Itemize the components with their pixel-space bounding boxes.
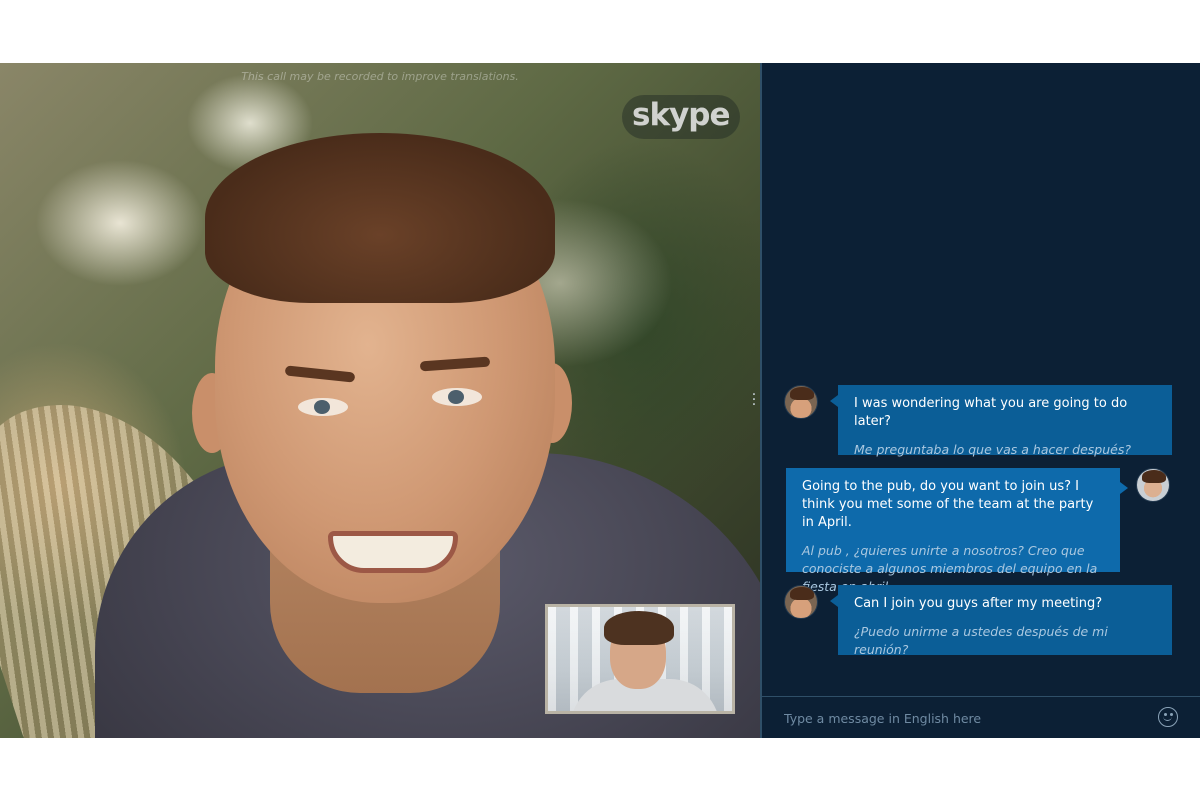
skype-translator-window: This call may be recorded to improve tra…: [0, 63, 1200, 738]
message-original-text: Can I join you guys after my meeting?: [854, 596, 1103, 611]
remote-caller-hair: [205, 133, 555, 303]
message-original-text: Going to the pub, do you want to join us…: [802, 479, 1094, 530]
smiley-icon[interactable]: [1158, 707, 1178, 727]
recording-notice: This call may be recorded to improve tra…: [241, 70, 519, 83]
self-avatar[interactable]: [1136, 468, 1170, 502]
translation-chat-panel: I was wondering what you are going to do…: [760, 63, 1200, 738]
self-video-hair: [604, 611, 674, 645]
remote-caller-eye: [298, 398, 348, 416]
message-translation-text: ¿Puedo unirme a ustedes después de mi re…: [854, 624, 1108, 657]
message-bubble: Can I join you guys after my meeting? ¿P…: [830, 585, 1172, 657]
skype-logo: skype: [622, 95, 740, 139]
message-input[interactable]: [784, 707, 1144, 729]
message-bubble: Going to the pub, do you want to join us…: [786, 468, 1128, 594]
message-bubble: I was wondering what you are going to do…: [830, 385, 1172, 457]
message-translation-text: Me preguntaba lo que vas a hacer después…: [854, 442, 1132, 457]
more-vertical-icon[interactable]: · · ·: [750, 388, 758, 412]
remote-caller-smile: [328, 531, 458, 573]
message-original-text: I was wondering what you are going to do…: [854, 396, 1128, 429]
self-video-preview[interactable]: [545, 604, 735, 714]
remote-caller-avatar[interactable]: [784, 585, 818, 619]
remote-caller-eye: [432, 388, 482, 406]
remote-caller-avatar[interactable]: [784, 385, 818, 419]
message-composer: [762, 696, 1200, 738]
remote-video-feed: This call may be recorded to improve tra…: [0, 63, 760, 738]
